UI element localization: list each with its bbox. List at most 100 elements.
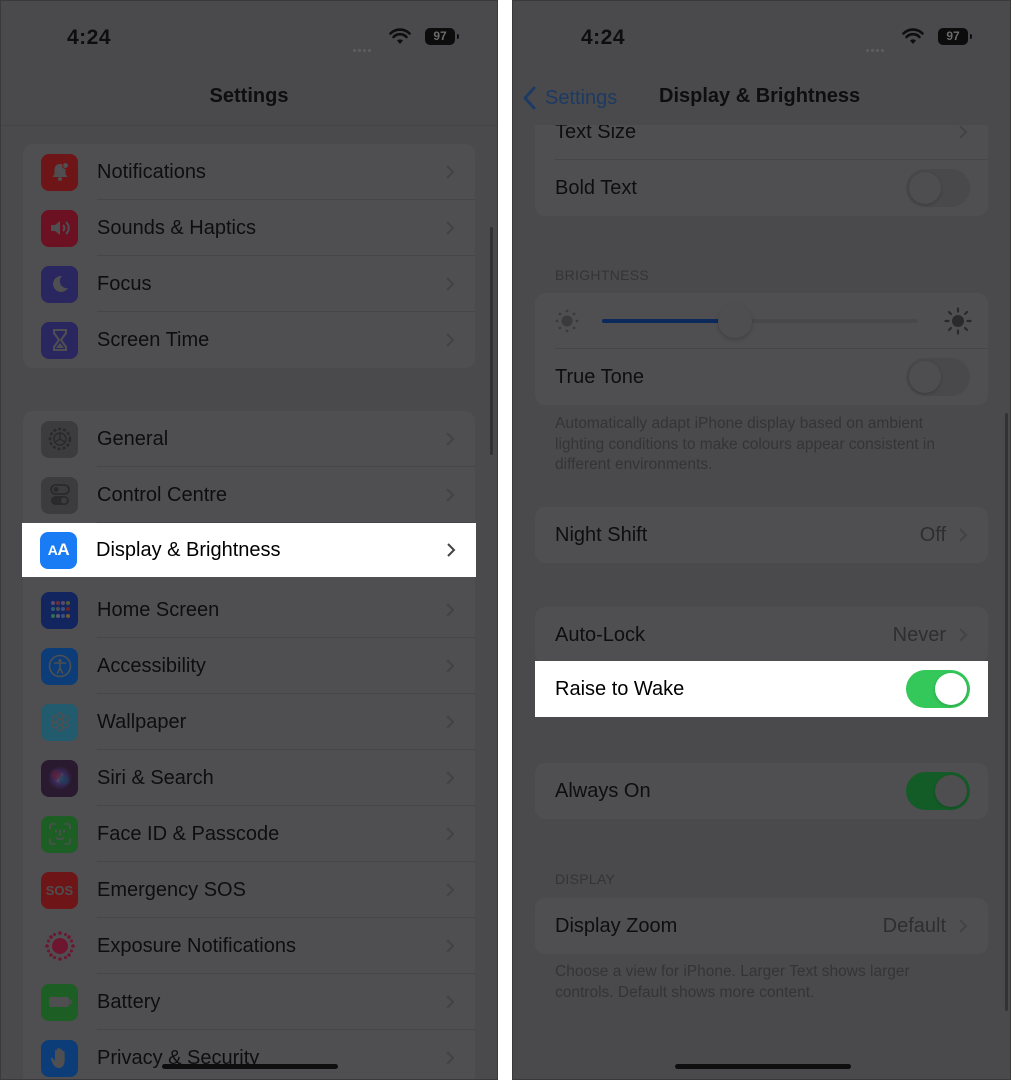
chevron-right-icon [446,995,455,1009]
text-size-icon: AA [40,531,77,569]
settings-item-accessibility[interactable]: Accessibility [23,638,475,694]
chevron-right-icon [446,883,455,897]
settings-item-screen-time[interactable]: Screen Time [23,312,475,368]
chevron-right-icon [446,771,455,785]
settings-item-label: Display & Brightness [96,538,281,561]
navigation-bar: Settings [1,81,497,121]
battery-icon [41,983,78,1021]
display-zoom-value: Default [882,914,946,937]
battery-indicator: 97 [938,28,972,45]
page-title: Display & Brightness [659,85,861,107]
settings-item-label: Exposure Notifications [97,934,296,957]
wifi-icon [902,28,924,44]
settings-item-label: Accessibility [97,654,206,677]
chevron-right-icon [959,528,968,542]
brightness-slider-row [535,293,988,349]
status-bar: 4:24 97 [513,23,1010,53]
battery-indicator: 97 [425,28,459,45]
brightness-section-header: BRIGHTNESS [555,267,650,283]
true-tone-footnote: Automatically adapt iPhone display based… [555,415,935,473]
toggle-knob [909,172,941,204]
back-button[interactable]: Settings [523,83,617,113]
settings-item-label: Sounds & Haptics [97,216,256,239]
chevron-right-icon [959,919,968,933]
settings-item-label: Home Screen [97,598,220,621]
true-tone-row: True Tone [535,349,988,405]
sos-icon: SOS [41,871,78,909]
chevron-right-icon [446,488,455,502]
settings-group-2: General Control Centre AA Display & Brightn… [22,411,476,1079]
always-on-group: Always On [535,763,988,819]
raise-to-wake-toggle[interactable] [906,670,970,708]
flower-icon [41,703,78,741]
lock-group: Auto-Lock Never [535,607,988,663]
settings-item-face-id-and-passcode[interactable]: Face ID & Passcode [23,806,475,862]
sun-small-icon [555,309,579,333]
wifi-icon [389,28,411,44]
auto-lock-row[interactable]: Auto-Lock Never [535,607,988,663]
always-on-label: Always On [555,779,651,802]
gear-icon [41,420,78,458]
settings-item-label: Notifications [97,160,206,183]
toggle-knob [935,775,967,807]
display-zoom-group: Display Zoom Default [535,898,988,954]
settings-item-battery[interactable]: Battery [23,974,475,1030]
always-on-toggle[interactable] [906,772,970,810]
slider-thumb[interactable] [717,304,752,338]
settings-item-sounds-and-haptics[interactable]: Sounds & Haptics [23,200,475,256]
settings-item-privacy-and-security[interactable]: Privacy & Security [23,1030,475,1079]
switches-icon [41,476,78,514]
scrollbar[interactable] [1005,413,1008,1011]
chevron-right-icon [446,221,455,235]
chevron-right-icon [446,659,455,673]
true-tone-toggle[interactable] [906,358,970,396]
chevron-left-icon [523,86,536,110]
settings-item-siri-and-search[interactable]: Siri & Search [23,750,475,806]
settings-item-wallpaper[interactable]: Wallpaper [23,694,475,750]
navigation-bar: Settings Display & Brightness [513,81,1010,121]
scrollbar[interactable] [490,227,493,455]
settings-item-label: Siri & Search [97,766,214,789]
bold-text-label: Bold Text [555,176,637,199]
face-id-icon [41,815,78,853]
chevron-right-icon [446,715,455,729]
brightness-slider[interactable] [602,304,918,338]
raise-to-wake-row: Raise to Wake [535,661,988,717]
settings-group-1: Notifications Sounds & Haptics Focus Screen… [23,144,475,368]
chevron-right-icon [959,125,968,139]
chevron-right-icon [959,628,968,642]
app-grid-icon [41,591,78,629]
toggle-knob [909,361,941,393]
accessibility-icon [41,647,78,685]
settings-item-display-and-brightness[interactable]: AA Display & Brightness [22,523,476,577]
settings-item-label: General [97,427,169,450]
night-shift-group: Night Shift Off [535,507,988,563]
settings-item-label: Face ID & Passcode [97,822,280,845]
night-shift-label: Night Shift [555,523,648,546]
home-indicator[interactable] [162,1064,338,1069]
settings-item-home-screen[interactable]: Home Screen [23,582,475,638]
settings-item-exposure-notifications[interactable]: Exposure Notifications [23,918,475,974]
settings-item-control-centre[interactable]: Control Centre [23,467,475,523]
home-indicator[interactable] [675,1064,851,1069]
settings-item-emergency-sos[interactable]: SOS Emergency SOS [23,862,475,918]
settings-item-notifications[interactable]: Notifications [23,144,475,200]
raise-to-wake-label: Raise to Wake [555,677,685,700]
settings-screen: 4:24 97 Settings Notifications Sounds & H… [0,0,498,1080]
chevron-right-icon [446,603,455,617]
status-time: 4:24 [67,26,112,49]
hourglass-icon [41,321,78,359]
bold-text-toggle[interactable] [906,169,970,207]
settings-item-general[interactable]: General [23,411,475,467]
auto-lock-value: Never [892,623,946,646]
exposure-icon [41,927,78,965]
chevron-right-icon [446,277,455,291]
display-zoom-row[interactable]: Display Zoom Default [535,898,988,954]
settings-item-label: Wallpaper [97,710,187,733]
night-shift-row[interactable]: Night Shift Off [535,507,988,563]
settings-item-focus[interactable]: Focus [23,256,475,312]
settings-item-label: Battery [97,990,161,1013]
settings-item-label: Focus [97,272,152,295]
bell-icon [41,153,78,191]
bold-text-row: Bold Text [535,160,988,216]
